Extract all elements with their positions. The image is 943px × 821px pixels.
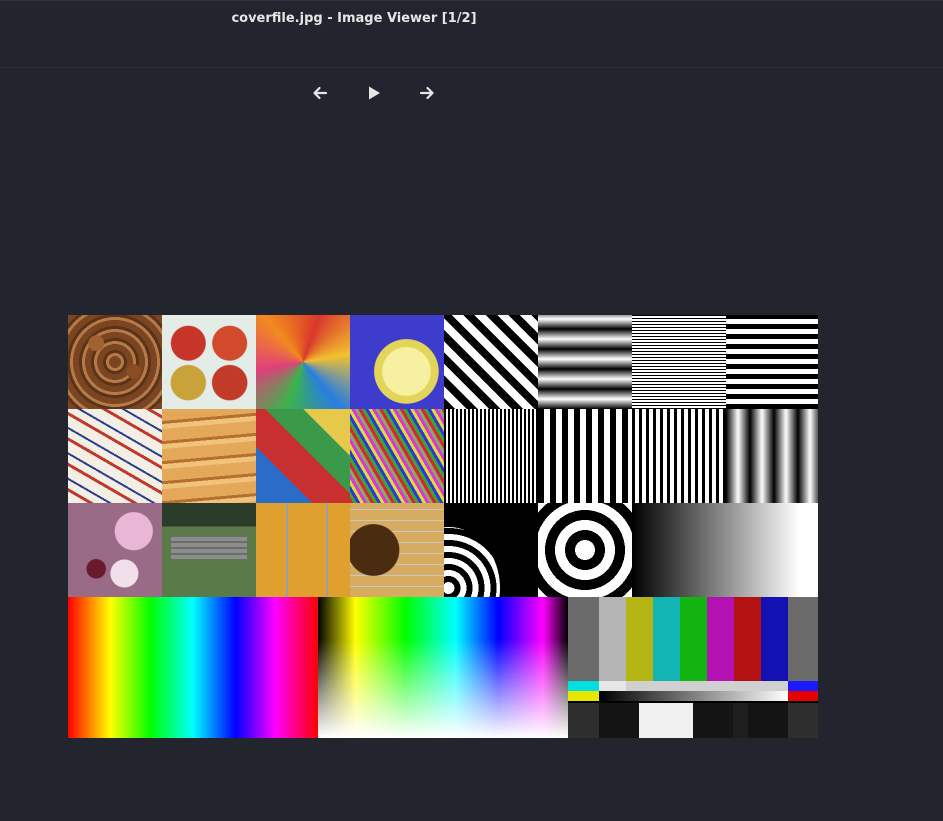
tile-vertical-gradient-stripes [726, 409, 818, 503]
tile-diagonal-stripes [444, 315, 538, 409]
tile-apples [162, 315, 256, 409]
colour-bar [734, 597, 761, 681]
colour-bar [680, 597, 707, 681]
colour-bar [653, 597, 680, 681]
window-title: coverfile.jpg - Image Viewer [1/2] [231, 11, 477, 26]
colour-bar [733, 703, 748, 738]
colour-bar [626, 681, 788, 691]
colour-bar [568, 691, 599, 701]
colour-bar [568, 703, 599, 738]
tile-vertical-bars [538, 409, 632, 503]
tile-rainbow-gradient [68, 597, 318, 738]
arrow-left-icon [313, 86, 328, 100]
colour-bar [599, 681, 626, 691]
colour-bar [626, 597, 653, 681]
tile-horizontal-fine-stripes [632, 315, 726, 409]
tile-horizontal-gradient-stripes [538, 315, 632, 409]
colour-bar [693, 703, 733, 738]
title-bar: coverfile.jpg - Image Viewer [1/2] [0, 0, 943, 68]
tile-guitar-strings [256, 503, 350, 597]
colour-bar [748, 703, 788, 738]
previous-image-button[interactable] [300, 78, 340, 108]
tile-flowers [68, 503, 162, 597]
tile-concentric-target [538, 503, 632, 597]
tile-bananas [350, 315, 444, 409]
tile-grey-ramp [632, 503, 818, 597]
tile-almonds [68, 315, 162, 409]
tile-hue-ramp [318, 597, 568, 738]
colour-bar [568, 597, 599, 681]
tile-quarter-circles [444, 503, 538, 597]
tile-horizontal-bars [726, 315, 818, 409]
colour-bar [788, 691, 818, 701]
colour-bar [599, 597, 626, 681]
tile-paper-clips [350, 409, 444, 503]
colour-bar [599, 703, 639, 738]
colour-bar [761, 597, 788, 681]
tile-vertical-fine-stripes [444, 409, 538, 503]
tile-plastic-shapes [256, 409, 350, 503]
tile-guitar-soundhole [350, 503, 444, 597]
arrow-right-icon [419, 86, 434, 100]
tile-picnic-bench [162, 503, 256, 597]
next-image-button[interactable] [407, 78, 447, 108]
image-canvas[interactable] [68, 315, 818, 738]
slideshow-play-button[interactable] [354, 78, 394, 108]
colour-bar [788, 703, 818, 738]
colour-bar [788, 597, 818, 681]
play-icon [369, 86, 380, 100]
tile-balloons [256, 315, 350, 409]
colour-bar [707, 597, 734, 681]
tile-vertical-medium-stripes [632, 409, 726, 503]
colour-bar [639, 703, 693, 738]
colour-bar [788, 681, 818, 691]
tile-playing-cards [68, 409, 162, 503]
tile-colour-bars [568, 597, 818, 738]
colour-bar [568, 681, 599, 691]
tile-carrots [162, 409, 256, 503]
grey-ramp-strip [599, 691, 788, 701]
